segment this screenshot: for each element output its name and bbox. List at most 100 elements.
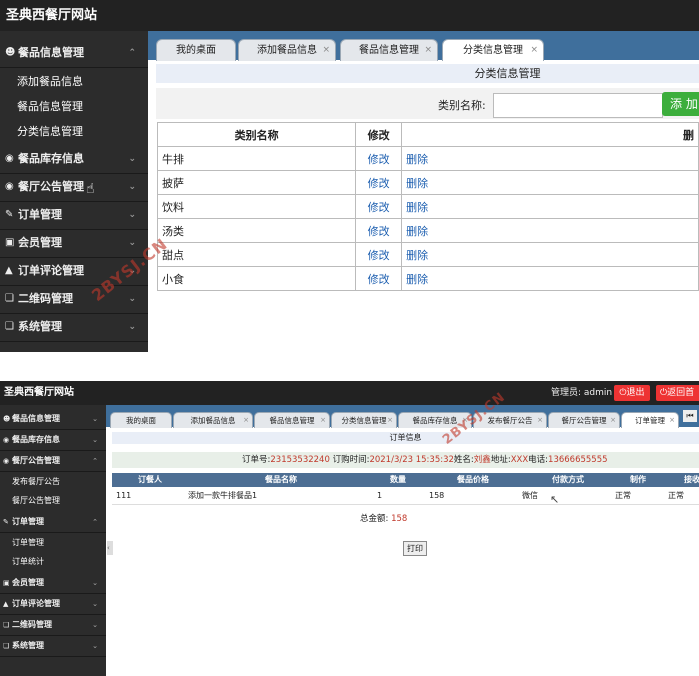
sidebar-subitem-order-manage[interactable]: 订单管理: [0, 533, 106, 553]
close-icon[interactable]: ×: [537, 413, 543, 428]
sidebar-group-orders[interactable]: ✎ 订单管理 ⌃: [0, 512, 106, 533]
delete-link[interactable]: 删除: [401, 194, 699, 219]
order-time: 2021/3/23 15:35:32: [369, 455, 454, 465]
chevron-down-icon: ⌄: [92, 600, 98, 608]
cursor-icon: ↖: [550, 493, 560, 506]
sidebar-group-notice[interactable]: ◉ 餐厅公告管理 ⌄: [0, 173, 148, 202]
tab-desktop[interactable]: 我的桌面: [156, 39, 236, 61]
sidebar-subitem-food-manage[interactable]: 餐品信息管理: [0, 94, 148, 119]
image-icon: ▣: [3, 579, 10, 587]
sidebar-group-members[interactable]: ▣ 会员管理 ⌄: [0, 229, 148, 258]
add-button[interactable]: 添 加: [662, 92, 699, 116]
column-header-price: 餐品价格: [457, 475, 489, 484]
total-amount: 158: [391, 514, 408, 524]
column-header-making: 制作: [630, 475, 646, 484]
category-name: 牛排: [156, 146, 357, 171]
cell-qty: 1: [377, 491, 383, 500]
close-icon[interactable]: ×: [322, 40, 330, 61]
user-icon: ☻: [3, 415, 11, 423]
sidebar-group-notice[interactable]: ◉ 餐厅公告管理 ⌃: [0, 451, 106, 472]
sidebar-group-members[interactable]: ▣ 会员管理 ⌄: [0, 573, 106, 594]
delete-link[interactable]: 删除: [401, 146, 699, 171]
order-info-screen: 圣典西餐厅网站 管理员: admin ⏻退出 ⏻返回首 ☻ 餐品信息管理 ⌄ ◉…: [0, 381, 699, 676]
sidebar-group-system[interactable]: ❏ 系统管理 ⌄: [0, 313, 148, 342]
delete-link[interactable]: 删除: [401, 218, 699, 243]
cell-making: 正常: [615, 491, 631, 500]
top-header: 圣典西餐厅网站 管理员: admin ⏻退出 ⏻返回首: [0, 381, 699, 405]
order-number: 23153532240: [270, 455, 330, 465]
sidebar-group-qrcode[interactable]: ❏ 二维码管理 ⌄: [0, 285, 148, 314]
delete-link[interactable]: 删除: [401, 266, 699, 291]
tab-food-manage[interactable]: 餐品信息管理 ×: [254, 412, 330, 428]
chevron-down-icon: ⌄: [128, 210, 136, 220]
edit-link[interactable]: 修改: [355, 170, 403, 195]
customer-phone: 13666655555: [548, 455, 608, 465]
tab-add-food[interactable]: 添加餐品信息 ×: [238, 39, 336, 61]
sidebar-subitem-notice-manage[interactable]: 餐厅公告管理: [0, 491, 106, 511]
category-name-input[interactable]: [493, 93, 663, 118]
tab-strip: 我的桌面 添加餐品信息 × 餐品信息管理 × 分类信息管理 × 餐品库存信息 × 发布餐…: [106, 405, 699, 428]
sidebar-group-qrcode[interactable]: ❏ 二维码管理 ⌄: [0, 615, 106, 636]
order-summary: 订单号:23153532240 订购时间:2021/3/23 15:35:32姓…: [112, 452, 699, 468]
print-button[interactable]: 打印: [403, 541, 427, 556]
tab-food-manage[interactable]: 餐品信息管理 ×: [340, 39, 438, 61]
tab-add-food[interactable]: 添加餐品信息 ×: [173, 412, 253, 428]
sidebar-group-food-info[interactable]: ☻ 餐品信息管理 ⌄: [0, 409, 106, 430]
delete-link[interactable]: 删除: [401, 242, 699, 267]
tab-strip: 我的桌面 添加餐品信息 × 餐品信息管理 × 分类信息管理 ×: [148, 31, 699, 61]
sidebar-group-food-info[interactable]: ☻ 餐品信息管理 ⌃: [0, 39, 148, 68]
sidebar-subitem-category-manage[interactable]: 分类信息管理: [0, 119, 148, 144]
sidebar-group-system[interactable]: ❏ 系统管理 ⌄: [0, 636, 106, 657]
customer-name: 刘鑫: [473, 455, 491, 465]
tab-order-manage[interactable]: 订单管理 ×: [621, 412, 679, 428]
category-management-screen: 圣典西餐厅网站 ☻ 餐品信息管理 ⌃ 添加餐品信息 餐品信息管理 分类信息管理 …: [0, 0, 699, 352]
chevron-down-icon: ⌄: [92, 621, 98, 629]
category-name: 披萨: [156, 170, 357, 195]
image-icon: ▣: [5, 237, 15, 248]
power-icon: ⏻: [619, 388, 627, 398]
flask-icon: ▲: [5, 265, 13, 276]
sidebar-group-stock[interactable]: ◉ 餐品库存信息 ⌄: [0, 145, 148, 174]
chevron-down-icon: ⌄: [128, 182, 136, 192]
collapse-tabs-icon[interactable]: ⏮: [683, 410, 697, 422]
close-icon[interactable]: ×: [424, 40, 432, 61]
close-icon[interactable]: ×: [387, 413, 393, 428]
copy-icon: ❏: [3, 621, 10, 629]
sidebar-toggle-icon[interactable]: ‹: [107, 541, 113, 555]
column-header-edit: 修改: [355, 122, 403, 147]
tab-desktop[interactable]: 我的桌面: [110, 412, 172, 428]
category-name: 小食: [156, 266, 357, 291]
close-icon[interactable]: ×: [243, 413, 249, 428]
edit-link[interactable]: 修改: [355, 194, 403, 219]
cell-price: 158: [429, 491, 445, 500]
tab-category-manage[interactable]: 分类信息管理 ×: [442, 39, 544, 61]
table-row: 牛排 修改 删除: [156, 146, 699, 171]
close-icon[interactable]: ×: [320, 413, 326, 428]
edit-link[interactable]: 修改: [355, 266, 403, 291]
close-icon[interactable]: ×: [530, 40, 538, 61]
column-header-payment: 付款方式: [552, 475, 584, 484]
edit-link[interactable]: 修改: [355, 218, 403, 243]
edit-link[interactable]: 修改: [355, 146, 403, 171]
logout-button[interactable]: ⏻退出: [614, 385, 650, 401]
sidebar: ☻ 餐品信息管理 ⌃ 添加餐品信息 餐品信息管理 分类信息管理 ◉ 餐品库存信息…: [0, 31, 148, 352]
tab-notice-manage[interactable]: 餐厅公告管理 ×: [548, 412, 620, 428]
sidebar-subitem-publish-notice[interactable]: 发布餐厅公告: [0, 472, 106, 492]
edit-link[interactable]: 修改: [355, 242, 403, 267]
sidebar-subitem-add-food[interactable]: 添加餐品信息: [0, 69, 148, 94]
close-icon[interactable]: ×: [669, 413, 675, 428]
tab-category-manage[interactable]: 分类信息管理 ×: [331, 412, 397, 428]
table-row: 汤类 修改 删除: [156, 218, 699, 243]
copy-icon: ❏: [3, 642, 10, 650]
chevron-up-icon: ⌃: [128, 48, 136, 58]
sidebar: ☻ 餐品信息管理 ⌄ ◉ 餐品库存信息 ⌄ ◉ 餐厅公告管理 ⌃ 发布餐厅公告 …: [0, 405, 106, 676]
back-home-button[interactable]: ⏻返回首: [656, 385, 699, 401]
table-row: 小食 修改 删除: [156, 266, 699, 291]
sidebar-subitem-order-stats[interactable]: 订单统计: [0, 552, 106, 572]
delete-link[interactable]: 删除: [401, 170, 699, 195]
sidebar-group-comments[interactable]: ▲ 订单评论管理 ⌄: [0, 594, 106, 615]
close-icon[interactable]: ×: [610, 413, 616, 428]
sidebar-group-orders[interactable]: ✎ 订单管理 ⌄: [0, 201, 148, 230]
sidebar-group-stock[interactable]: ◉ 餐品库存信息 ⌄: [0, 430, 106, 451]
category-name: 饮料: [156, 194, 357, 219]
